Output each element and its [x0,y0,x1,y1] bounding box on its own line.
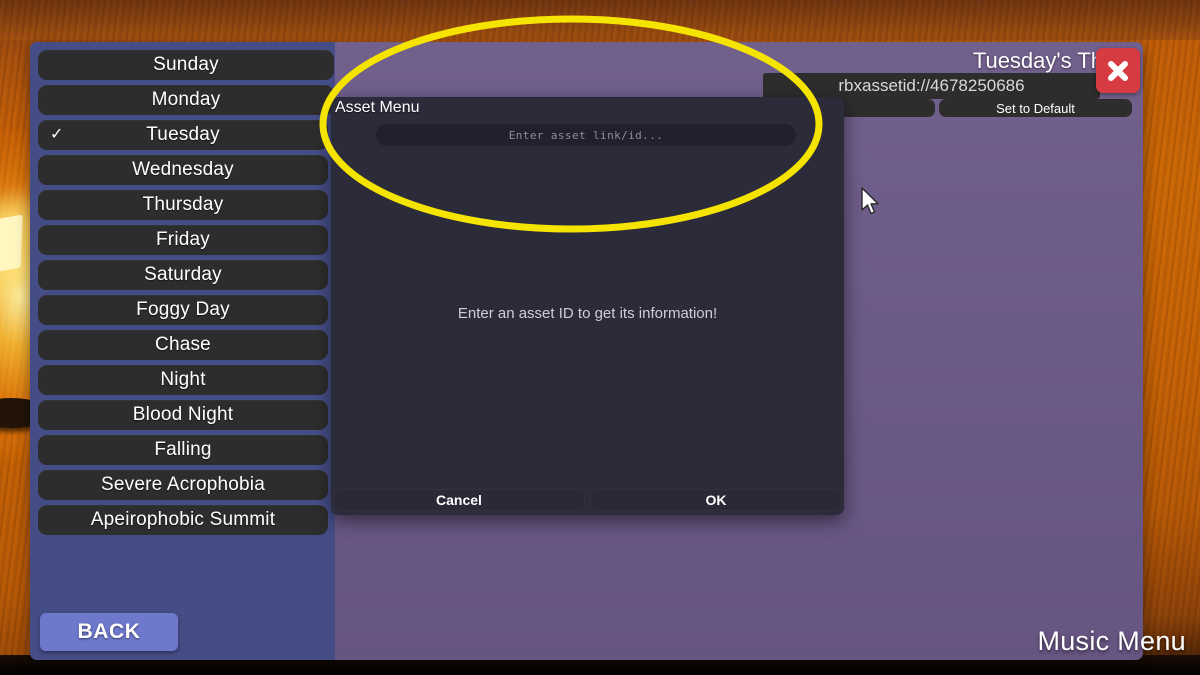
close-x-icon [1108,60,1128,81]
theme-list-item-label: Saturday [144,264,222,285]
theme-list-item-label: Friday [156,229,210,250]
dialog-title: Asset Menu [335,99,420,116]
theme-list-item-label: Monday [151,89,221,110]
theme-list-item-label: Night [160,369,206,390]
theme-list-item-label: Apeirophobic Summit [90,509,276,530]
asset-link-input[interactable]: Enter asset link/id... [376,124,796,146]
asset-menu-dialog: Asset Menu Enter asset link/id... Enter … [331,97,844,515]
theme-list-item-label: Sunday [153,54,219,75]
checkmark-icon: ✓ [50,126,64,143]
asset-id-input[interactable]: rbxassetid://4678250686 [763,73,1100,99]
theme-list-panel: Sunday Monday ✓ Tuesday Wednesday Thursday Fri… [30,42,335,660]
theme-list-item[interactable]: Saturday [38,260,328,290]
close-button[interactable] [1096,48,1140,93]
theme-list-item-label: Chase [155,334,211,355]
theme-list-item-label: Wednesday [132,159,234,180]
theme-list[interactable]: Sunday Monday ✓ Tuesday Wednesday Thursday Fri… [38,50,335,540]
theme-list-item-label: Thursday [142,194,224,215]
theme-list-item[interactable]: Blood Night [38,400,328,430]
theme-list-item-label: Foggy Day [136,299,230,320]
theme-list-item[interactable]: Sunday [38,50,334,80]
theme-list-item-label: Tuesday [146,124,220,145]
cancel-button[interactable]: Cancel [333,489,585,511]
back-button[interactable]: BACK [40,613,178,651]
theme-list-item[interactable]: Night [38,365,328,395]
game-screen: Sunday Monday ✓ Tuesday Wednesday Thursday Fri… [0,0,1200,675]
theme-list-item[interactable]: Apeirophobic Summit [38,505,328,535]
theme-list-item[interactable]: Wednesday [38,155,328,185]
theme-list-item[interactable]: Friday [38,225,328,255]
theme-list-item-label: Blood Night [132,404,234,425]
theme-list-item-label: Falling [154,439,212,460]
theme-list-item[interactable]: ✓ Tuesday [38,120,328,150]
theme-list-item[interactable]: Severe Acrophobia [38,470,328,500]
set-to-default-button[interactable]: Set to Default [939,99,1132,117]
selected-theme-title: Tuesday's Th [972,48,1103,73]
theme-list-item[interactable]: Monday [38,85,334,115]
theme-list-item[interactable]: Thursday [38,190,328,220]
light-source-icon [0,214,23,274]
ok-button[interactable]: OK [590,489,842,511]
theme-list-item[interactable]: Foggy Day [38,295,328,325]
dialog-footer: Cancel OK [333,489,842,511]
theme-list-item[interactable]: Chase [38,330,328,360]
asset-link-placeholder: Enter asset link/id... [508,128,664,142]
theme-list-item-label: Severe Acrophobia [101,474,265,495]
dialog-message: Enter an asset ID to get its information… [457,304,718,322]
music-menu-title: Music Menu [1037,626,1186,656]
theme-list-item[interactable]: Falling [38,435,328,465]
dialog-body: Enter an asset ID to get its information… [335,153,840,473]
